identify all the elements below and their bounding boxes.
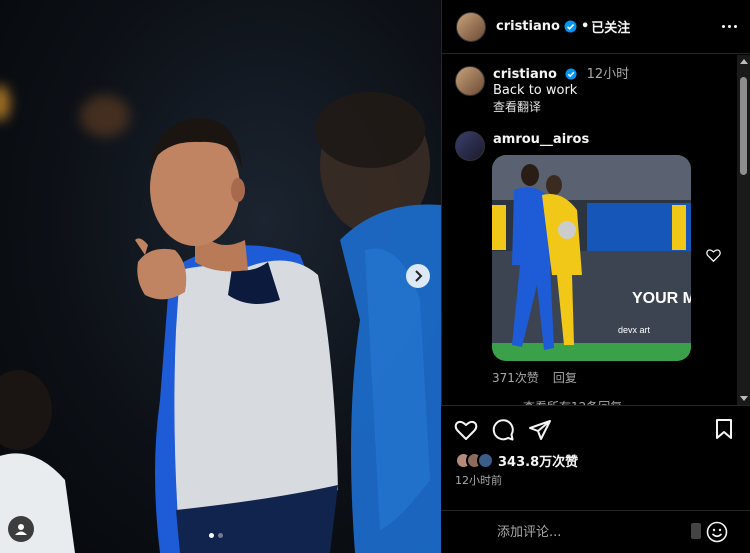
avatar[interactable] xyxy=(455,131,485,161)
chevron-right-icon xyxy=(415,270,423,282)
gif-image: YOUR MEDI devx art xyxy=(492,155,691,361)
header-username[interactable]: cristiano xyxy=(496,19,560,34)
like-heart-icon[interactable] xyxy=(454,418,478,442)
emoji-icon[interactable] xyxy=(706,521,728,543)
comment-gif[interactable]: YOUR MEDI devx art xyxy=(492,155,691,361)
action-icons xyxy=(454,418,552,442)
following-button[interactable]: 已关注 xyxy=(591,17,630,36)
comments-scrollbar[interactable] xyxy=(737,55,750,405)
verified-badge-icon xyxy=(564,20,577,33)
carousel-dot xyxy=(218,533,223,538)
caption-text: Back to work xyxy=(493,83,578,98)
carousel-indicator xyxy=(209,533,223,538)
avatar[interactable] xyxy=(456,11,486,42)
user-icon xyxy=(15,524,27,535)
post-header: cristiano • 已关注 xyxy=(442,0,750,54)
scrollbar-thumb[interactable] xyxy=(740,77,747,175)
tagged-users-button[interactable] xyxy=(8,516,34,542)
likes-summary[interactable]: 343.8万次赞 xyxy=(455,451,578,470)
comment-input[interactable] xyxy=(497,521,687,543)
comment-bubble-icon[interactable] xyxy=(491,418,515,442)
reply-button[interactable]: 回复 xyxy=(553,369,577,386)
translate-link[interactable]: 查看翻译 xyxy=(493,99,629,115)
gif-caption-text: devx art xyxy=(618,325,651,335)
likes-count[interactable]: 343.8万次赞 xyxy=(498,451,578,470)
carousel-dot-active xyxy=(209,533,214,538)
comment-likes[interactable]: 371次赞 xyxy=(492,369,539,386)
caption-row: cristiano 12小时 Back to work 查看翻译 xyxy=(455,66,629,115)
gif-banner-text: YOUR MEDI xyxy=(632,290,691,307)
comment-like-heart-icon[interactable] xyxy=(706,248,721,262)
share-paper-plane-icon[interactable] xyxy=(528,418,552,442)
next-slide-button[interactable] xyxy=(406,264,430,288)
post-timestamp: 12小时前 xyxy=(455,474,502,487)
post-photo xyxy=(0,92,441,553)
main-player xyxy=(135,118,338,553)
post-actions: 343.8万次赞 12小时前 xyxy=(441,405,750,553)
input-resize-handle[interactable] xyxy=(691,523,701,539)
add-comment-bar xyxy=(441,510,750,553)
post-media[interactable] xyxy=(0,0,441,553)
avatar xyxy=(477,452,494,469)
caption-username[interactable]: cristiano xyxy=(493,67,557,82)
avatar[interactable] xyxy=(455,66,485,96)
bookmark-icon[interactable] xyxy=(714,418,734,440)
more-horizontal-icon[interactable] xyxy=(722,25,737,28)
separator-dot: • xyxy=(580,19,590,34)
scroll-up-arrow-icon[interactable] xyxy=(740,59,748,64)
comment-username[interactable]: amrou__airos xyxy=(493,132,589,147)
comment-meta: 371次赞 回复 xyxy=(492,369,577,386)
scroll-down-arrow-icon[interactable] xyxy=(740,396,748,401)
verified-badge-icon xyxy=(565,68,577,80)
caption-time: 12小时 xyxy=(586,67,630,82)
